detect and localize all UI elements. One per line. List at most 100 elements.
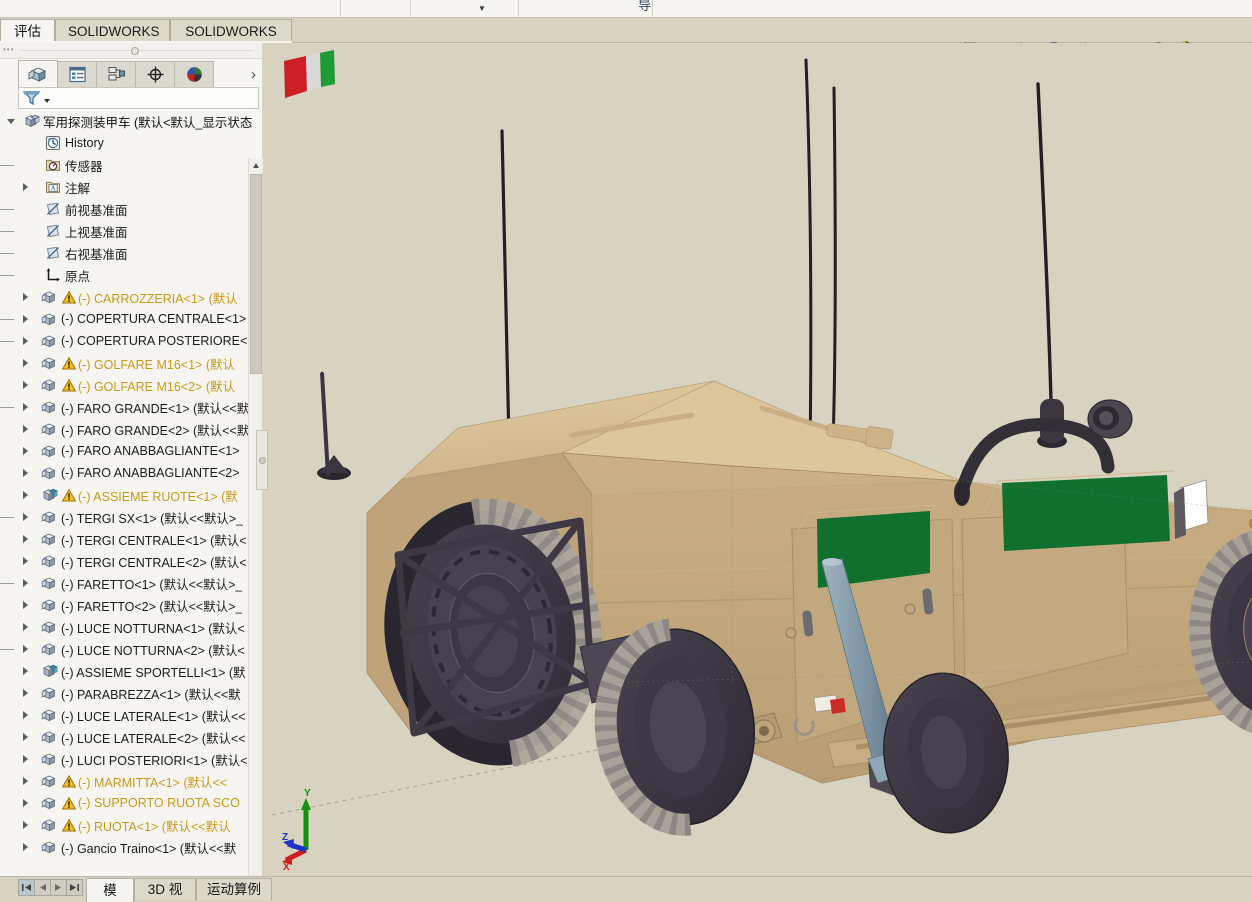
tree-item-label: (-) LUCI POSTERIORI<1> (默认<	[61, 753, 248, 768]
tree-expand-arrow-icon[interactable]	[18, 682, 32, 704]
tree-expand-arrow-icon[interactable]	[18, 638, 32, 660]
chevron-down-icon[interactable]: ▼	[478, 0, 486, 18]
tree-item[interactable]: (-) RUOTA<1> (默认<<默认	[0, 814, 262, 836]
bottom-tab-model[interactable]: 模型	[86, 878, 134, 902]
tree-item[interactable]: (-) FARO GRANDE<1> (默认<<默	[0, 396, 262, 418]
tree-expand-arrow-icon[interactable]	[18, 352, 32, 374]
tree-expand-arrow-icon[interactable]	[18, 418, 32, 440]
tree-item[interactable]: (-) MARMITTA<1> (默认<<	[0, 770, 262, 792]
tree-item[interactable]: 右视基准面	[0, 242, 262, 264]
tree-item[interactable]: (-) LUCE NOTTURNA<2> (默认<	[0, 638, 262, 660]
tab-solidworks-addins[interactable]: SOLIDWORKS 插件	[55, 19, 170, 62]
panel-gripper[interactable]: •••	[0, 43, 262, 59]
tree-expand-arrow-icon[interactable]	[18, 462, 32, 484]
tree-item[interactable]: (-) GOLFARE M16<1> (默认	[0, 352, 262, 374]
tree-item[interactable]: (-) TERGI CENTRALE<1> (默认<	[0, 528, 262, 550]
tree-filter-bar[interactable]	[18, 87, 259, 109]
tree-item[interactable]: (-) ASSIEME SPORTELLI<1> (默	[0, 660, 262, 682]
tree-item[interactable]: (-) FARO ANABBAGLIANTE<2>	[0, 462, 262, 484]
tree-vertical-scrollbar[interactable]	[248, 158, 263, 902]
bottom-tab-3d-views[interactable]: 3D 视图	[134, 878, 196, 900]
tree-expand-arrow-icon[interactable]	[18, 396, 32, 418]
feature-tree[interactable]: 军用探测装甲车 (默认<默认_显示状态 History 传感器 A 注解 前视基…	[0, 110, 262, 902]
tree-expand-arrow-icon[interactable]	[18, 286, 32, 308]
feature-manager-tab[interactable]	[18, 60, 58, 87]
tree-expand-arrow-icon[interactable]	[18, 726, 32, 748]
tree-expand-arrow-icon[interactable]	[18, 308, 32, 330]
tree-item[interactable]: (-) ASSIEME RUOTE<1> (默	[0, 484, 262, 506]
tree-item-label: (-) PARABREZZA<1> (默认<<默	[61, 687, 241, 702]
tree-item-label: (-) FARETTO<2> (默认<<默认>_	[61, 599, 243, 614]
next-record-icon[interactable]	[50, 879, 67, 896]
tree-expand-arrow-icon[interactable]	[18, 660, 32, 682]
tree-expand-arrow-icon[interactable]	[18, 506, 32, 528]
tree-expand-arrow-icon[interactable]	[18, 704, 32, 726]
first-record-icon[interactable]	[18, 879, 35, 896]
tree-item[interactable]: (-) FARETTO<1> (默认<<默认>_	[0, 572, 262, 594]
bottom-tab-bar: 模型 3D 视图 运动算例 1	[0, 876, 1252, 902]
tree-expand-arrow-icon[interactable]	[18, 528, 32, 550]
tree-item[interactable]: (-) Gancio Traino<1> (默认<<默	[0, 836, 262, 858]
tree-item[interactable]: (-) CARROZZERIA<1> (默认	[0, 286, 262, 308]
auto-hide-pin-icon[interactable]	[131, 47, 139, 55]
dimxpert-manager-tab[interactable]	[135, 61, 175, 87]
toolbar-separator	[410, 0, 411, 18]
warning-icon	[61, 289, 76, 305]
tree-expand-arrow-icon[interactable]	[18, 770, 32, 792]
scrollbar-thumb[interactable]	[250, 174, 262, 374]
scroll-up-arrow-icon[interactable]	[249, 158, 263, 172]
tree-item[interactable]: (-) SUPPORTO RUOTA SCO	[0, 792, 262, 814]
tree-expand-arrow-icon[interactable]	[18, 484, 32, 506]
tree-expand-arrow-icon[interactable]	[18, 792, 32, 814]
tree-item[interactable]: (-) LUCE NOTTURNA<1> (默认<	[0, 616, 262, 638]
tree-item[interactable]: (-) TERGI CENTRALE<2> (默认<	[0, 550, 262, 572]
tree-item-label: 军用探测装甲车 (默认<默认_显示状态	[43, 115, 253, 130]
tree-item[interactable]: 传感器	[0, 154, 262, 176]
tree-expand-arrow-icon[interactable]	[18, 836, 32, 858]
tree-item[interactable]: (-) GOLFARE M16<2> (默认	[0, 374, 262, 396]
tree-item[interactable]: 原点	[0, 264, 262, 286]
tree-root-item[interactable]: 军用探测装甲车 (默认<默认_显示状态	[0, 110, 262, 132]
tree-item[interactable]: (-) LUCI POSTERIORI<1> (默认<	[0, 748, 262, 770]
tree-item[interactable]: History	[0, 132, 262, 154]
tree-expand-arrow-icon[interactable]	[18, 374, 32, 396]
tree-item[interactable]: (-) TERGI SX<1> (默认<<默认>_	[0, 506, 262, 528]
guide-glyph-icon[interactable]: 导	[638, 0, 651, 14]
tree-collapse-arrow-icon[interactable]	[4, 110, 18, 132]
tree-item-label: 前视基准面	[65, 203, 128, 218]
tree-item[interactable]: (-) LUCE LATERALE<2> (默认<<	[0, 726, 262, 748]
tab-solidworks-mbd[interactable]: SOLIDWORKS MBD	[170, 19, 292, 62]
previous-record-icon[interactable]	[34, 879, 51, 896]
tree-expand-arrow-icon[interactable]	[18, 330, 32, 352]
tree-expand-arrow-icon[interactable]	[18, 616, 32, 638]
tree-item[interactable]: 前视基准面	[0, 198, 262, 220]
display-manager-tab[interactable]	[174, 61, 214, 87]
tree-item[interactable]: (-) FARO ANABBAGLIANTE<1>	[0, 440, 262, 462]
tree-item[interactable]: (-) COPERTURA POSTERIORE<1	[0, 330, 262, 352]
tree-expand-arrow-icon[interactable]	[18, 572, 32, 594]
tree-expand-arrow-icon[interactable]	[18, 748, 32, 770]
tree-item[interactable]: (-) LUCE LATERALE<1> (默认<<	[0, 704, 262, 726]
tree-expand-arrow-icon[interactable]	[18, 550, 32, 572]
last-record-icon[interactable]	[66, 879, 83, 896]
tree-expand-arrow-icon[interactable]	[18, 814, 32, 836]
tree-item[interactable]: (-) FARO GRANDE<2> (默认<<默	[0, 418, 262, 440]
panel-splitter[interactable]	[256, 430, 268, 490]
tree-item[interactable]: A 注解	[0, 176, 262, 198]
splitter-knob	[258, 456, 266, 464]
tree-expand-arrow-icon[interactable]	[18, 594, 32, 616]
configuration-manager-tab[interactable]	[96, 61, 136, 87]
panel-tabs-overflow-chevron[interactable]: ›	[251, 66, 256, 83]
tree-expand-arrow-icon[interactable]	[18, 440, 32, 462]
filter-dropdown-caret[interactable]	[44, 98, 50, 103]
tree-item-label: (-) RUOTA<1> (默认<<默认	[78, 819, 231, 834]
bottom-tab-motion-study[interactable]: 运动算例 1	[196, 878, 272, 900]
tree-item[interactable]: (-) FARETTO<2> (默认<<默认>_	[0, 594, 262, 616]
graphics-viewport[interactable]: Y Z X	[262, 43, 1252, 876]
tree-item[interactable]: 上视基准面	[0, 220, 262, 242]
property-manager-tab[interactable]	[57, 61, 97, 87]
tab-evaluate[interactable]: 评估	[0, 19, 55, 43]
tree-item[interactable]: (-) COPERTURA CENTRALE<1>	[0, 308, 262, 330]
tree-item[interactable]: (-) PARABREZZA<1> (默认<<默	[0, 682, 262, 704]
tree-expand-arrow-icon[interactable]	[18, 176, 32, 198]
